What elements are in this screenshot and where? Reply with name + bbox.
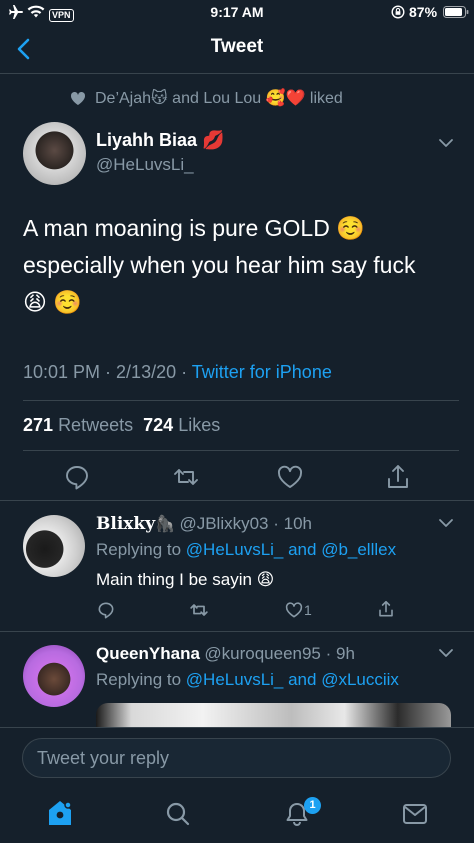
tweet-timestamp: 10:01 PM · 2/13/20 · [23,362,188,382]
reply-input[interactable] [23,739,450,777]
tweet-source-link[interactable]: Twitter for iPhone [192,362,332,382]
page-title: Tweet [210,36,264,57]
liker-name: Lou Lou [203,90,262,107]
tab-home[interactable] [46,799,74,827]
mail-icon [403,804,427,824]
avatar[interactable] [23,645,85,707]
author-name[interactable]: Liyahh Biaa 💋 [96,130,224,151]
replying-to-handles[interactable]: @HeLuvsLi_ and @xLucciix [186,670,399,689]
reply-media-image[interactable] [96,703,451,728]
author-handle[interactable]: @HeLuvsLi_ [96,155,194,175]
liker-emoji: 🥰❤️ [265,90,306,107]
likes-count: 724 [143,415,174,435]
reply-icon [98,602,114,619]
reply-options-button[interactable] [437,647,455,659]
tweet-text-line: 😩 ☺️ [23,289,83,315]
heart-outline-icon [285,602,303,618]
replying-to-label: Replying to [96,540,182,559]
share-icon [388,465,408,488]
likes-label: Likes [178,415,221,435]
author-emoji: 💋 [202,130,225,150]
tweet-text-line: A man moaning is pure GOLD ☺️ [23,215,365,241]
divider [0,500,474,501]
replying-to: Replying to @HeLuvsLi_ and @b_elllex [96,540,396,560]
reply-composer[interactable] [22,738,451,778]
header-divider [0,73,474,74]
divider [23,400,459,401]
retweets-count: 271 [23,415,54,435]
engagement-counts: 271 Retweets 724 Likes [23,415,220,436]
author-name-text: Liyahh Biaa [96,130,198,150]
reply-icon [66,466,88,490]
reply-author-emoji: 🦍 [155,516,175,533]
liked-by-and: and [172,90,199,107]
reply-like-button[interactable]: 1 [284,600,312,620]
reply-handle-time[interactable]: @kuroqueen95 · 9h [204,644,355,663]
reply-options-button[interactable] [437,517,455,529]
reply-header: Blixky🦍 @JBlixky03 · 10h [96,514,312,534]
retweet-icon [190,604,208,616]
reply-handle-time[interactable]: @JBlixky03 · 10h [179,514,312,533]
tweet-text: A man moaning is pure GOLD ☺️ especially… [23,210,463,321]
like-button[interactable] [275,462,305,492]
rotation-lock-icon [391,5,405,19]
tweet-options-button[interactable] [437,137,455,149]
replying-to-label: Replying to [96,670,182,689]
home-icon [49,801,72,825]
retweet-icon [174,469,198,485]
tab-messages[interactable] [402,802,428,826]
battery-percent: 87% [409,4,438,20]
tab-bar: 1 [0,780,474,843]
heart-outline-icon [278,465,302,488]
tweet-text-line: especially when you hear him say fuck [23,252,416,278]
replying-to-handles[interactable]: @HeLuvsLi_ and @b_elllex [186,540,396,559]
share-icon [379,600,393,617]
reply-retweet-button[interactable] [188,600,210,620]
likes-stat[interactable]: 724 Likes [143,415,220,435]
chevron-down-icon [439,649,453,657]
search-icon [166,802,190,826]
tab-search[interactable] [165,801,191,827]
reply-like-count: 1 [304,602,312,618]
divider [23,450,459,451]
reply-reply-button[interactable] [96,600,116,620]
reply-share-button[interactable] [376,599,396,619]
retweets-stat[interactable]: 271 Retweets [23,415,133,435]
heart-icon [70,91,86,106]
reply-author-name[interactable]: QueenYhana [96,644,200,663]
chevron-down-icon [439,139,453,147]
reply-header: QueenYhana @kuroqueen95 · 9h [96,644,355,664]
liker-emoji: 😽 [151,90,168,107]
tweet-meta: 10:01 PM · 2/13/20 · Twitter for iPhone [23,362,332,383]
share-button[interactable] [383,462,413,492]
reply-button[interactable] [62,462,92,492]
avatar[interactable] [23,122,86,185]
avatar[interactable] [23,515,85,577]
liker-name: De’Ajah [95,90,152,107]
battery-icon [443,6,469,18]
reply-author-name[interactable]: Blixky [96,514,155,534]
notifications-badge: 1 [304,797,321,814]
retweets-label: Retweets [58,415,134,435]
liked-by-suffix: liked [309,90,343,107]
retweet-button[interactable] [171,462,201,492]
replying-to: Replying to @HeLuvsLi_ and @xLucciix [96,670,399,690]
status-bar: VPN 9:17 AM 87% [0,0,474,26]
liked-by-text[interactable]: De’Ajah😽 and Lou Lou 🥰❤️ liked [95,88,343,108]
reply-text: Main thing I be sayin 😩 [96,570,275,589]
divider [0,727,474,728]
chevron-down-icon [439,519,453,527]
divider [0,631,474,632]
